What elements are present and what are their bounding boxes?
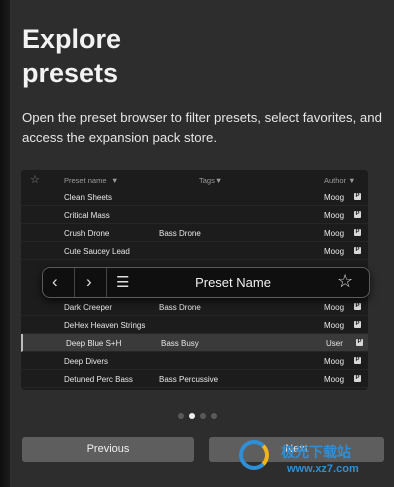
favorite-column-star-icon[interactable]: ☆ [30, 173, 40, 186]
preset-name: Deep Blue S+H [66, 339, 122, 348]
preset-badge-icon[interactable]: P [354, 229, 361, 236]
watermark-url: www.xz7.com [287, 463, 359, 475]
preset-badge-icon[interactable]: P [354, 193, 361, 200]
watermark-logo-icon [239, 440, 269, 470]
preset-row[interactable]: Crush Drone Bass Drone Moog P [21, 224, 368, 242]
watermark: 极光下载站 www.xz7.com [233, 436, 383, 484]
preset-row[interactable]: Clean Sheets Moog P [21, 188, 368, 206]
preset-row[interactable]: Detuned Perc Bass Bass Percussive Moog P [21, 370, 368, 388]
preset-tag: Bass Percussive [159, 375, 219, 384]
preset-menu-button[interactable]: ☰ [107, 268, 139, 297]
sort-arrow-icon[interactable]: ▼ [111, 176, 118, 185]
preset-name: Dark Creeper [64, 303, 113, 312]
preset-name: Deep Divers [64, 357, 109, 366]
chevron-right-icon: › [86, 272, 92, 291]
preset-badge-icon[interactable]: P [354, 247, 361, 254]
onboarding-dialog: Explore presets Open the preset browser … [10, 0, 394, 487]
preset-name: Critical Mass [64, 211, 110, 220]
preset-name: Cute Saucey Lead [64, 247, 130, 256]
preset-name: Crush Drone [64, 229, 110, 238]
preset-name-display[interactable]: Preset Name [143, 275, 323, 290]
preset-row[interactable]: Deep Blue S+H Bass Busy User P [21, 334, 368, 352]
preset-row[interactable]: DeHex Heaven Strings Moog P [21, 316, 368, 334]
preset-tag: Bass Busy [161, 339, 199, 348]
preset-author: Moog [324, 303, 345, 312]
star-outline-icon[interactable]: ☆ [337, 271, 353, 292]
preset-tag: Bass Drone [159, 229, 201, 238]
preset-row[interactable]: Dark Creeper Bass Drone Moog P [21, 298, 368, 316]
column-header-name[interactable]: Preset name [64, 176, 107, 185]
background-app-edge [0, 0, 10, 487]
preset-row[interactable]: Deep Divers Moog P [21, 352, 368, 370]
title-line-2: presets [22, 58, 119, 88]
page-dot-active[interactable] [189, 413, 195, 419]
preset-table-header: ☆ Preset name ▼ Tags▼ Author ▼ [21, 170, 368, 188]
preset-author: Moog [324, 193, 345, 202]
previous-button[interactable]: Previous [22, 437, 194, 462]
column-header-tags[interactable]: Tags▼ [199, 176, 222, 185]
preset-author: Moog [324, 357, 345, 366]
next-preset-button[interactable]: › [75, 268, 107, 297]
title-line-1: Explore [22, 24, 122, 54]
page-indicator [178, 406, 222, 424]
preset-navigation-bar: ‹ › ☰ Preset Name ☆ [42, 267, 370, 298]
preset-badge-icon[interactable]: P [354, 375, 361, 382]
preset-name: Detuned Perc Bass [64, 375, 133, 384]
preset-badge-icon[interactable]: P [354, 321, 361, 328]
prev-preset-button[interactable]: ‹ [43, 268, 75, 297]
preset-name: Clean Sheets [64, 193, 113, 202]
page-dot[interactable] [178, 413, 184, 419]
page-dot[interactable] [200, 413, 206, 419]
preset-row[interactable]: Cute Saucey Lead Moog P [21, 242, 368, 260]
preset-author: Moog [324, 375, 345, 384]
preset-tag: Bass Drone [159, 303, 201, 312]
preset-badge-icon[interactable]: P [354, 303, 361, 310]
preset-row[interactable]: Critical Mass Moog P [21, 206, 368, 224]
preset-author: Moog [324, 229, 345, 238]
preset-name: DeHex Heaven Strings [64, 321, 146, 330]
watermark-text: 极光下载站 [281, 444, 351, 460]
dialog-description: Open the preset browser to filter preset… [22, 110, 382, 145]
page-dot[interactable] [211, 413, 217, 419]
preset-badge-icon[interactable]: P [354, 211, 361, 218]
dialog-title: Explore presets [22, 22, 322, 90]
hamburger-menu-icon: ☰ [116, 274, 130, 291]
preset-badge-icon[interactable]: P [354, 357, 361, 364]
preset-author: Moog [324, 321, 345, 330]
column-header-author[interactable]: Author ▼ [324, 176, 356, 185]
preset-author: Moog [324, 211, 345, 220]
preset-author: Moog [324, 247, 345, 256]
chevron-left-icon: ‹ [52, 272, 58, 291]
preset-badge-icon[interactable]: P [356, 339, 363, 346]
preset-author: User [326, 339, 343, 348]
